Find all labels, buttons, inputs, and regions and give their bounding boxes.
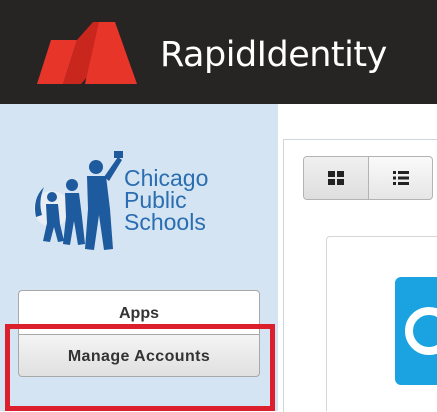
org-name: Chicago Public Schools (124, 165, 209, 235)
app-tile-glyph-icon (405, 307, 437, 355)
nav-button-apps[interactable]: Apps (18, 290, 260, 335)
list-view-button[interactable] (368, 157, 432, 199)
family-figures-icon (34, 151, 123, 250)
app-title: RapidIdentity (160, 35, 387, 75)
rapididentity-logo-icon (37, 22, 137, 84)
sidebar: Chicago Public Schools Apps Manage Accou… (0, 104, 278, 411)
top-bar: RapidIdentity (0, 0, 437, 104)
org-name-line3: Schools (124, 209, 206, 235)
grid-view-icon (328, 171, 344, 185)
chicago-public-schools-logo: Chicago Public Schools (30, 149, 250, 259)
org-name-line1: Chicago (124, 165, 209, 191)
view-toggle (303, 156, 433, 200)
grid-view-button[interactable] (304, 157, 368, 199)
nav-button-manage-accounts[interactable]: Manage Accounts (18, 334, 260, 377)
list-view-icon (393, 171, 409, 185)
org-name-line2: Public (124, 187, 187, 213)
app-tile-icon[interactable] (395, 277, 437, 385)
